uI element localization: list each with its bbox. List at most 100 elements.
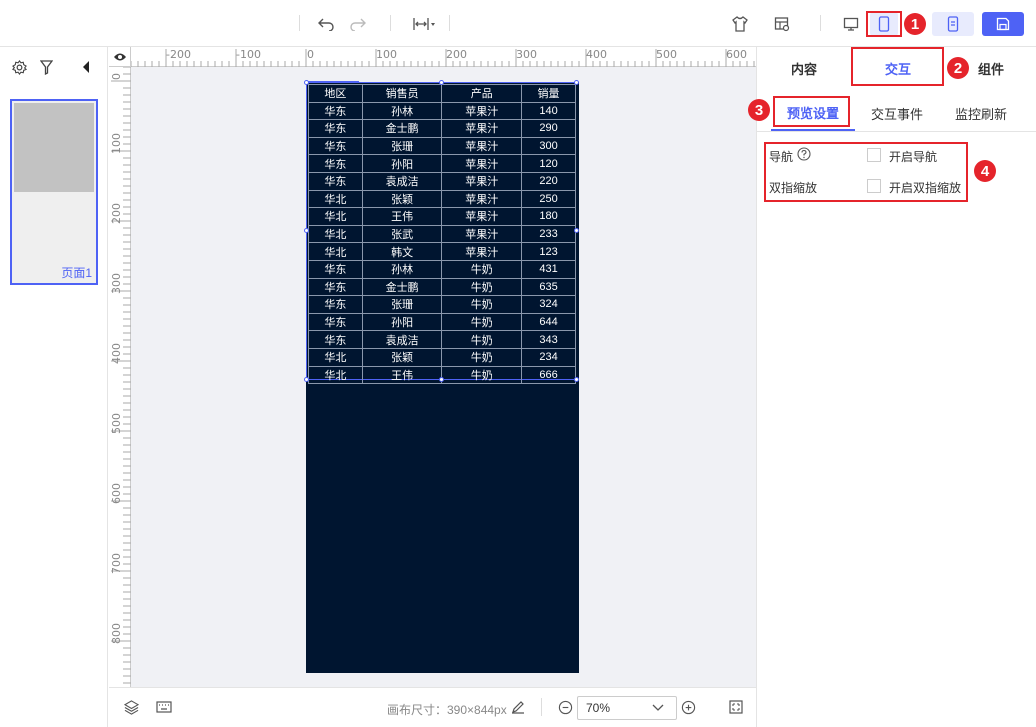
fit-width-icon[interactable]	[410, 12, 438, 36]
setting-label-navigation: 导航	[769, 150, 794, 164]
step-badge-1: 1	[904, 13, 926, 35]
table-cell: 孙阳	[361, 154, 443, 173]
table-cell: 牛奶	[441, 347, 523, 367]
table-cell: 180	[521, 207, 576, 226]
ruler-label: 700	[110, 553, 123, 574]
ruler-label: 0	[307, 48, 314, 61]
table-cell: 张武	[361, 224, 443, 244]
gear-icon[interactable]	[12, 60, 28, 78]
table-cell: 袁成洁	[361, 171, 443, 191]
table-cell: 牛奶	[441, 312, 523, 332]
ruler-label: 0	[110, 73, 123, 80]
table-cell: 666	[521, 365, 576, 385]
table-cell: 华东	[308, 101, 363, 121]
table-cell: 张颖	[361, 189, 443, 209]
table-cell: 牛奶	[441, 295, 523, 314]
table-cell: 华东	[308, 171, 363, 191]
table-cell: 140	[521, 101, 576, 121]
redo-icon[interactable]	[346, 12, 370, 36]
tab-content[interactable]: 内容	[757, 47, 851, 89]
mobile-canvas[interactable]: 地区 销售员 产品 销量 华东 孙林 苹果汁 140 华东 金士鹏 苹果汁 290 华东 张珊 苹果…	[304, 80, 579, 673]
page-thumbnail[interactable]: 页面1	[10, 99, 98, 285]
undo-icon[interactable]	[314, 12, 338, 36]
canvas-size-label: 画布尺寸：390×844px	[387, 703, 507, 717]
ruler-top: -200 -100 0 100 200 300 400 500 600	[131, 47, 756, 67]
ruler-label: 200	[110, 203, 123, 224]
thumbnail-preview	[14, 103, 94, 192]
desktop-icon[interactable]	[840, 12, 862, 36]
table-cell: 250	[521, 189, 576, 209]
table-cell: 牛奶	[441, 259, 523, 279]
highlight-box	[866, 11, 902, 37]
resize-handle[interactable]	[304, 377, 309, 382]
eye-icon[interactable]	[109, 47, 131, 67]
layers-icon[interactable]	[123, 700, 140, 718]
table-row: 华东 袁成洁 牛奶 343	[308, 330, 576, 349]
divider	[820, 15, 821, 31]
ruler-label: 400	[110, 343, 123, 364]
step-badge-2: 2	[947, 57, 969, 79]
table-row: 华北 王伟 苹果汁 180	[308, 207, 576, 226]
shirt-icon[interactable]	[728, 12, 752, 36]
selection-edge	[306, 81, 359, 83]
resize-handle[interactable]	[439, 377, 444, 382]
table-cell: 孙林	[361, 259, 443, 279]
data-table[interactable]: 地区 销售员 产品 销量 华东 孙林 苹果汁 140 华东 金士鹏 苹果汁 290 华东 张珊 苹果…	[308, 84, 576, 385]
table-row: 华东 袁成洁 苹果汁 220	[308, 171, 576, 191]
resize-handle[interactable]	[304, 80, 309, 85]
subtab-interaction-events[interactable]: 交互事件	[855, 95, 939, 131]
save-icon	[996, 17, 1010, 31]
zoom-out-icon[interactable]	[558, 700, 573, 718]
subtab-monitor-refresh[interactable]: 监控刷新	[939, 95, 1023, 131]
edit-icon[interactable]	[511, 700, 525, 717]
table-cell: 孙林	[361, 101, 443, 121]
resize-handle[interactable]	[574, 377, 579, 382]
table-cell: 张珊	[361, 295, 443, 314]
table-cell: 苹果汁	[441, 242, 523, 261]
zoom-value: 70%	[586, 701, 611, 715]
ruler-label: 100	[110, 133, 123, 154]
column-header: 销量	[521, 84, 576, 103]
zoom-select[interactable]: 70%	[577, 696, 677, 720]
resize-handle[interactable]	[304, 228, 309, 233]
ruler-label: 600	[726, 48, 747, 61]
divider	[449, 15, 450, 31]
column-header: 销售员	[361, 84, 443, 103]
canvas-area: -200 -100 0 100 200 300 400 500 600 0 10…	[109, 47, 756, 687]
column-header: 地区	[308, 84, 363, 103]
table-cell: 华北	[308, 224, 363, 244]
pinch-zoom-checkbox[interactable]	[867, 179, 881, 193]
divider	[757, 131, 1036, 132]
collapse-icon[interactable]	[82, 61, 90, 76]
table-cell: 华北	[308, 242, 363, 261]
ruler-label: -100	[236, 48, 261, 61]
keyboard-icon[interactable]	[156, 701, 172, 716]
table-row: 华北 张颖 牛奶 234	[308, 347, 576, 367]
step-badge-3: 3	[748, 99, 770, 121]
table-cell: 300	[521, 136, 576, 156]
resize-handle[interactable]	[439, 80, 444, 85]
table-cell: 张珊	[361, 136, 443, 156]
column-header: 产品	[441, 84, 523, 103]
question-icon[interactable]	[797, 147, 811, 164]
ruler-label: 800	[110, 623, 123, 644]
ruler-label: 400	[586, 48, 607, 61]
save-button[interactable]	[982, 12, 1024, 36]
table-cell: 华北	[308, 189, 363, 209]
table-cell: 华东	[308, 295, 363, 314]
navigation-checkbox[interactable]	[867, 148, 881, 162]
table-cell: 苹果汁	[441, 207, 523, 226]
table-header-row: 地区 销售员 产品 销量	[308, 84, 576, 103]
zoom-in-icon[interactable]	[681, 700, 696, 718]
table-cell: 324	[521, 295, 576, 314]
fullscreen-icon[interactable]	[729, 700, 743, 717]
table-row: 华东 张珊 苹果汁 300	[308, 136, 576, 156]
table-cell: 华北	[308, 207, 363, 226]
preview-button[interactable]	[932, 12, 974, 36]
resize-handle[interactable]	[574, 80, 579, 85]
table-settings-icon[interactable]	[770, 12, 794, 36]
table-cell: 牛奶	[441, 277, 523, 297]
ruler-label: 100	[376, 48, 397, 61]
filter-icon[interactable]	[39, 60, 54, 78]
resize-handle[interactable]	[574, 228, 579, 233]
